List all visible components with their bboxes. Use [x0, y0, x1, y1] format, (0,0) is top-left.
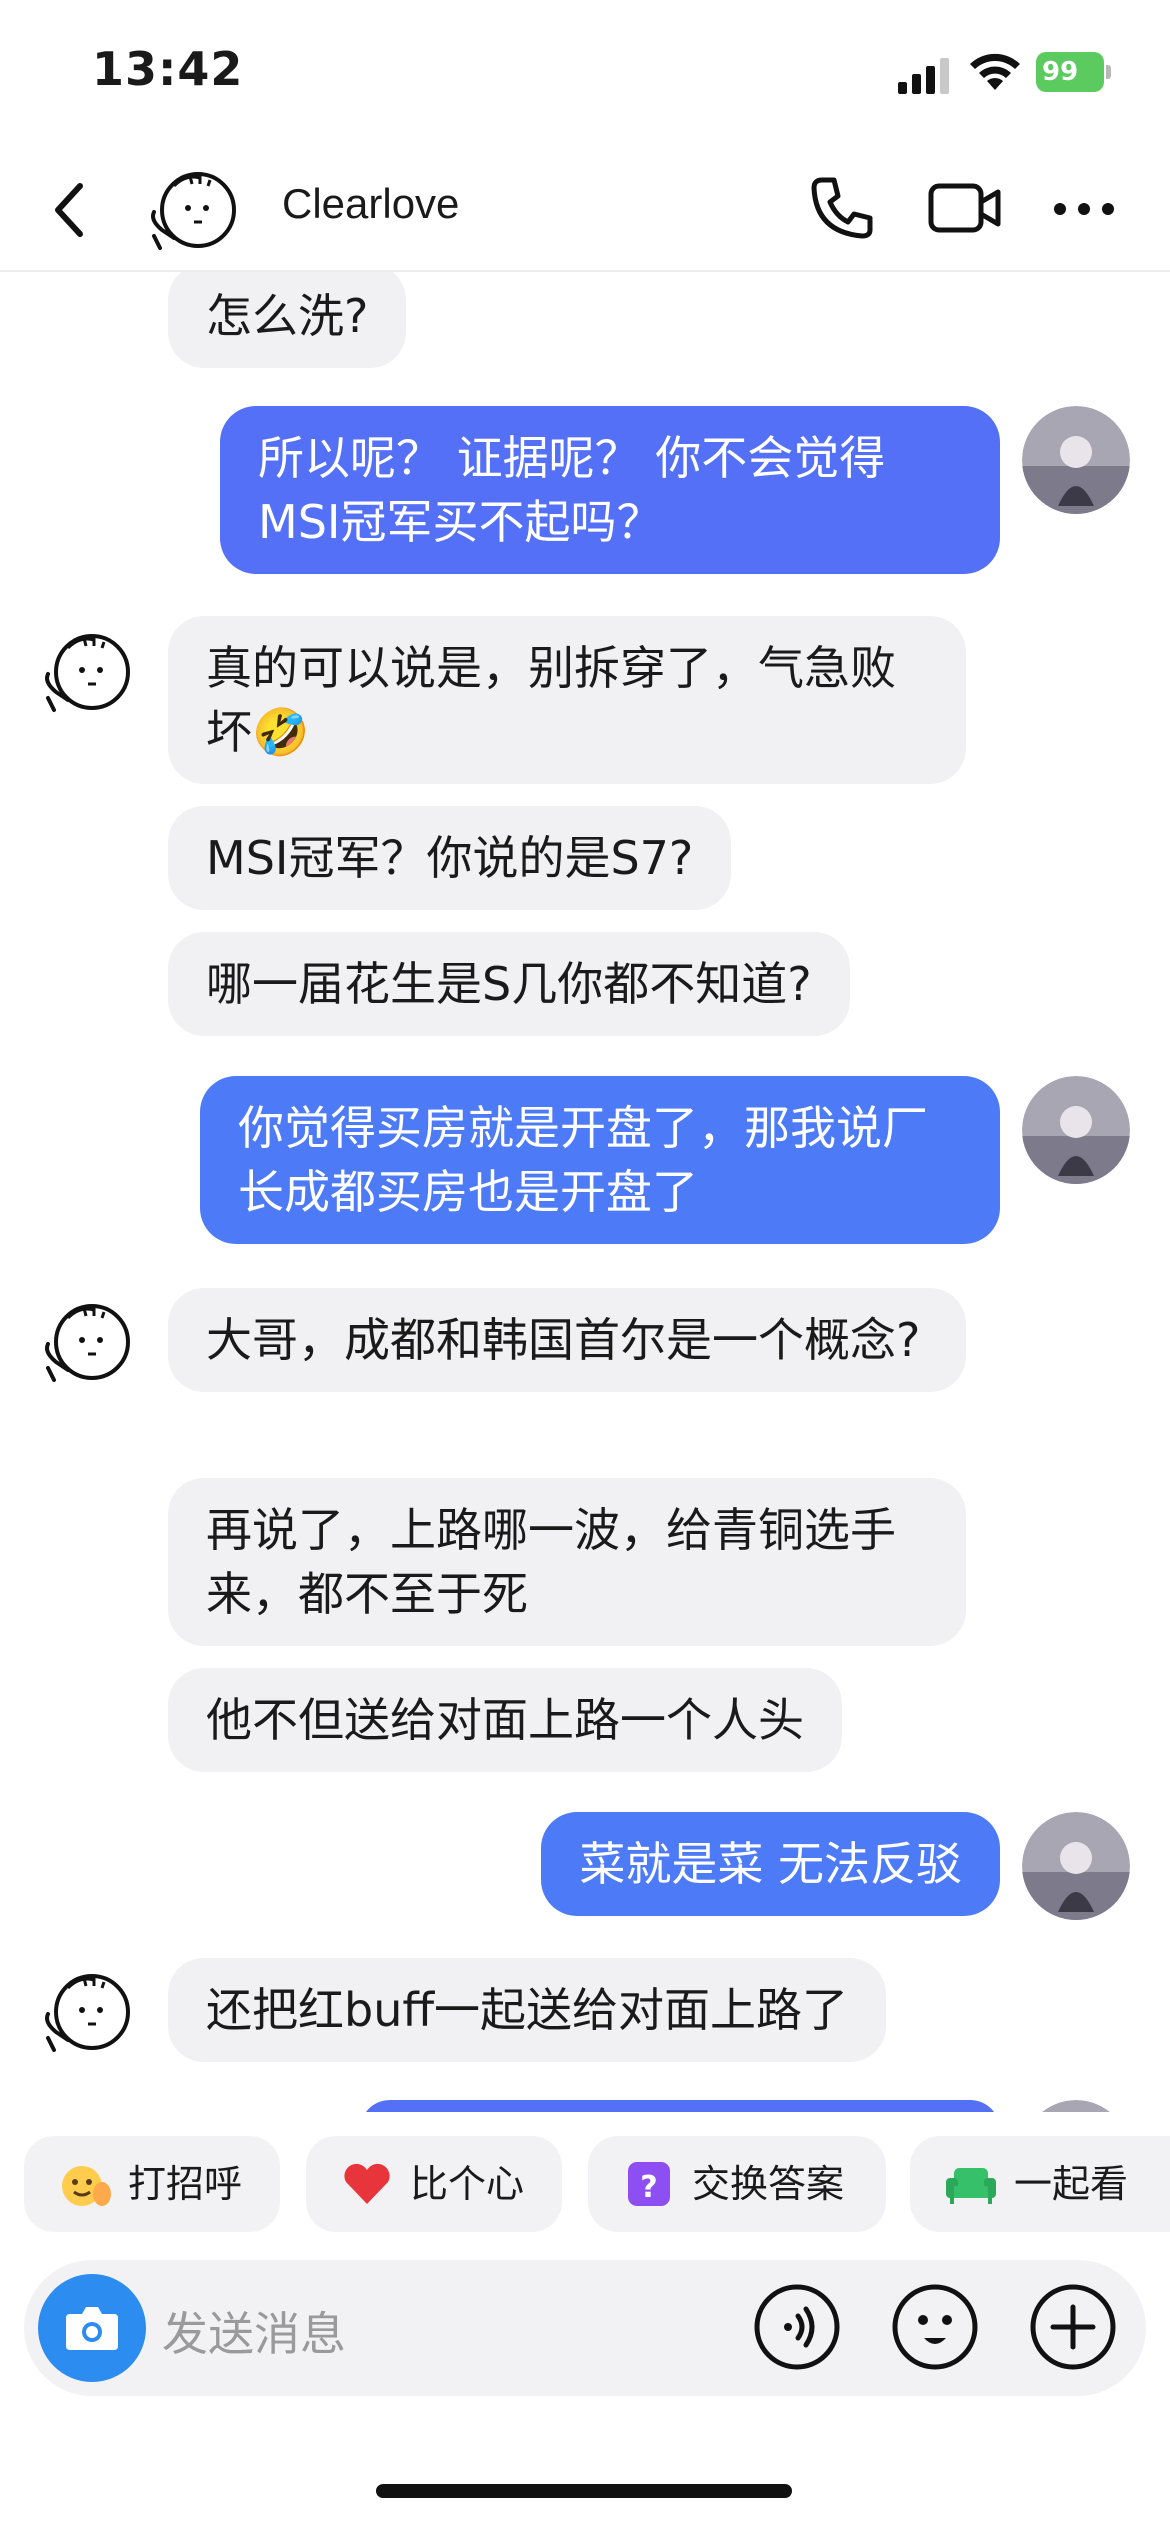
message-bubble-received[interactable]: 再说了，上路哪一波，给青铜选手来，都不至于死 [168, 1478, 966, 1646]
phone-call-icon[interactable] [808, 174, 876, 242]
camera-button[interactable] [38, 2274, 146, 2382]
message-list[interactable]: 怎么洗? 所以呢？ 证据呢？ 你不会觉得MSI冠军买不起吗？ 真的可以说是，别拆… [0, 272, 1170, 2112]
heart-icon [344, 2163, 390, 2204]
back-chevron-icon[interactable] [50, 180, 90, 240]
question-box-icon: ? [628, 2162, 670, 2206]
message-bubble-sent[interactable]: 你觉得买房就是开盘了，那我说厂长成都买房也是开盘了 [200, 1076, 1000, 1244]
my-avatar[interactable] [1022, 2100, 1130, 2112]
sofa-icon [946, 2168, 996, 2204]
chip-exchange-answer[interactable]: ? 交换答案 [588, 2136, 886, 2232]
chip-label: 交换答案 [692, 2162, 845, 2206]
emoji-icon[interactable] [890, 2282, 980, 2372]
my-avatar[interactable] [1022, 1076, 1130, 1184]
message-bubble-received[interactable]: 哪一届花生是S几你都不知道? [168, 932, 850, 1036]
message-input-bar: 发送消息 [24, 2260, 1146, 2396]
message-bubble-received[interactable]: 大哥，成都和韩国首尔是一个概念? [168, 1288, 966, 1392]
wave-hand-icon [62, 2166, 111, 2206]
contact-avatar-small[interactable] [34, 1288, 142, 1396]
chip-label: 打招呼 [128, 2162, 243, 2206]
my-avatar[interactable] [1022, 1812, 1130, 1920]
plus-icon[interactable] [1028, 2282, 1118, 2372]
message-bubble-sent-partial[interactable] [360, 2100, 1000, 2112]
video-call-icon[interactable] [928, 180, 1002, 236]
message-bubble-received[interactable]: 还把红buff一起送给对面上路了 [168, 1958, 887, 2062]
message-bubble-received[interactable]: 他不但送给对面上路一个人头 [168, 1668, 842, 1772]
message-bubble-received[interactable]: 怎么洗? [168, 272, 407, 368]
signal-icon [898, 58, 949, 94]
wifi-icon [970, 53, 1020, 90]
voice-message-icon[interactable] [752, 2282, 842, 2372]
message-input[interactable]: 发送消息 [162, 2298, 346, 2364]
more-options-icon[interactable] [1052, 200, 1116, 218]
message-bubble-sent[interactable]: 菜就是菜 无法反驳 [541, 1812, 1000, 1916]
battery-level: 99 [1036, 52, 1104, 92]
camera-icon [66, 2307, 118, 2350]
status-time: 13:42 [92, 42, 244, 96]
contact-avatar-small[interactable] [34, 1958, 142, 2066]
contact-avatar-small[interactable] [34, 618, 142, 726]
chip-heart[interactable]: 比个心 [306, 2136, 562, 2232]
chip-label: 一起看 [1014, 2162, 1129, 2206]
home-indicator[interactable] [376, 2484, 792, 2498]
contact-name[interactable]: Clearlove [282, 180, 459, 228]
battery-tip [1106, 65, 1111, 79]
svg-text:?: ? [640, 2170, 657, 2205]
chat-header: Clearlove [0, 150, 1170, 272]
chip-label: 比个心 [410, 2162, 525, 2206]
message-bubble-received[interactable]: MSI冠军？你说的是S7? [168, 806, 732, 910]
contact-avatar[interactable] [140, 156, 248, 264]
status-bar: 13:42 99 [0, 0, 1170, 150]
battery-indicator: 99 [1036, 52, 1112, 92]
chip-greet[interactable]: 打招呼 [24, 2136, 280, 2232]
my-avatar[interactable] [1022, 406, 1130, 514]
message-bubble-received[interactable]: 真的可以说是，别拆穿了，气急败坏🤣 [168, 616, 966, 784]
chip-watch-together[interactable]: 一起看 [910, 2136, 1170, 2232]
quick-action-chips: 打招呼 比个心 ? 交换答案 一起看 [0, 2136, 1170, 2232]
message-bubble-sent[interactable]: 所以呢？ 证据呢？ 你不会觉得MSI冠军买不起吗？ [220, 406, 1000, 574]
